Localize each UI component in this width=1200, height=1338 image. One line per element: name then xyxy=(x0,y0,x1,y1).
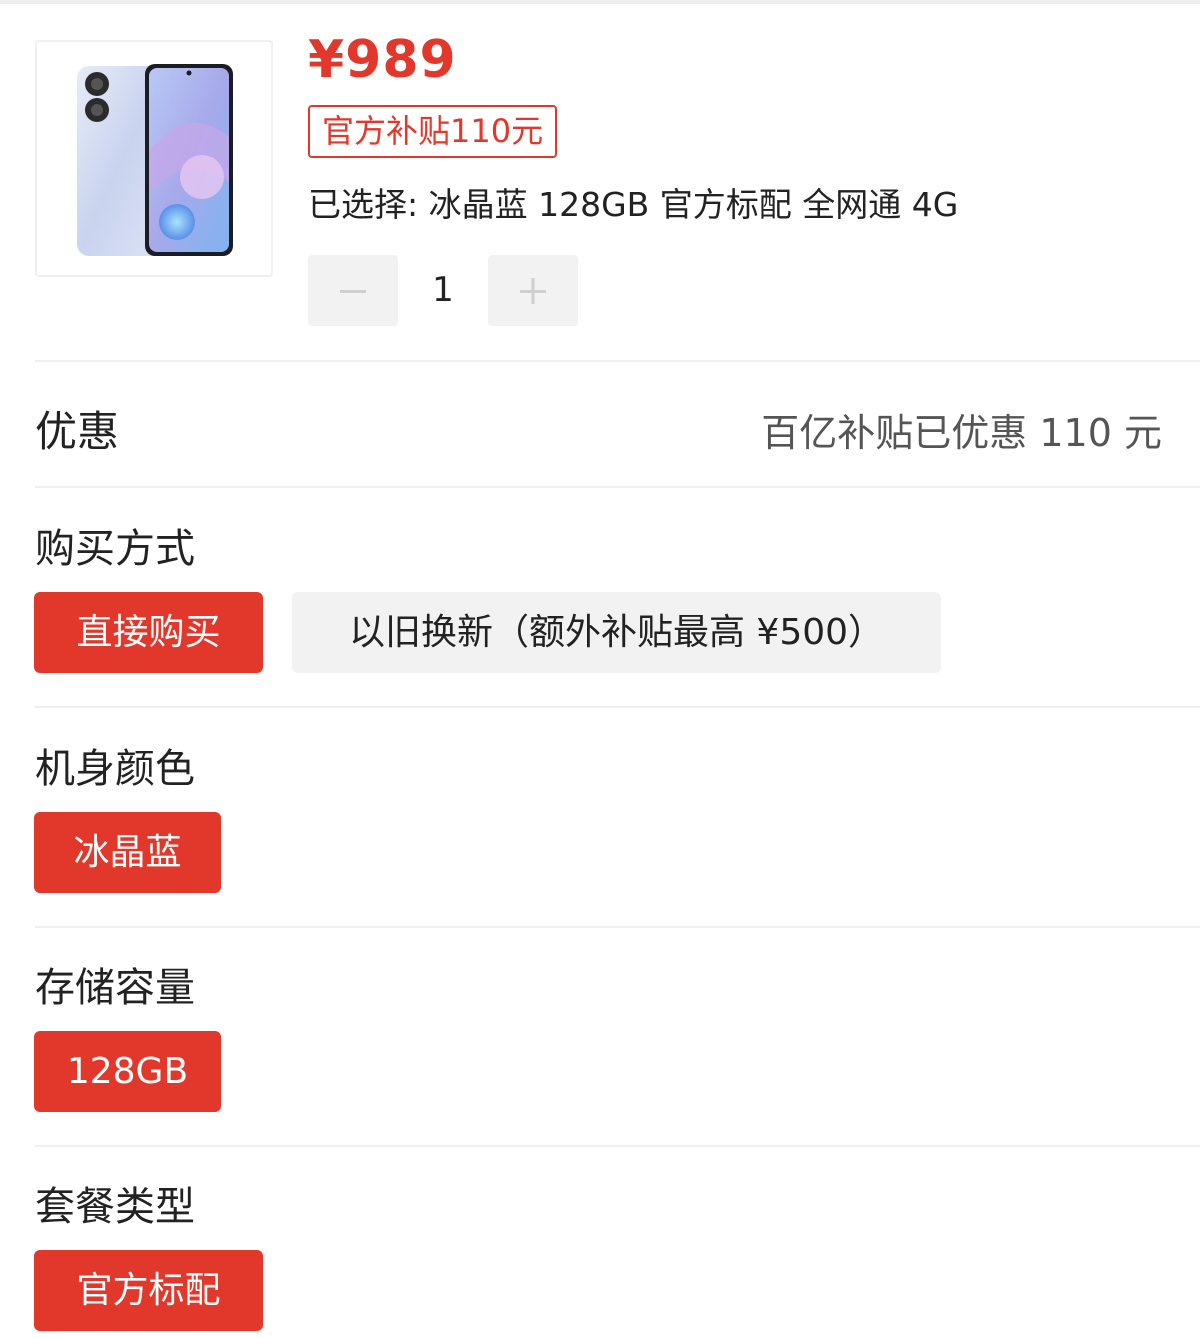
option-color-ice-blue[interactable]: 冰晶蓝 xyxy=(34,812,221,893)
divider xyxy=(35,360,1200,362)
divider xyxy=(35,926,1200,928)
package-type-title: 套餐类型 xyxy=(35,1184,195,1230)
quantity-value[interactable]: 1 xyxy=(398,255,488,326)
plus-icon xyxy=(520,278,546,304)
option-storage-128gb[interactable]: 128GB xyxy=(34,1031,221,1112)
option-package-standard[interactable]: 官方标配 xyxy=(34,1250,263,1331)
product-price: ¥989 xyxy=(308,30,457,90)
divider xyxy=(35,486,1200,488)
body-color-title: 机身颜色 xyxy=(35,746,195,792)
divider xyxy=(35,1145,1200,1147)
selected-summary: 已选择: 冰晶蓝 128GB 官方标配 全网通 4G xyxy=(308,185,959,224)
increase-quantity-button[interactable] xyxy=(488,255,578,326)
minus-icon xyxy=(340,290,366,293)
decrease-quantity-button[interactable] xyxy=(308,255,398,326)
divider xyxy=(35,706,1200,708)
option-direct-purchase[interactable]: 直接购买 xyxy=(34,592,263,673)
product-thumbnail[interactable] xyxy=(35,40,273,277)
promotion-label: 优惠 xyxy=(35,407,120,456)
storage-title: 存储容量 xyxy=(35,965,195,1011)
purchase-method-title: 购买方式 xyxy=(35,526,195,572)
phone-image xyxy=(77,64,233,256)
promotion-value[interactable]: 百亿补贴已优惠 110 元 xyxy=(761,402,1162,457)
top-divider xyxy=(0,0,1200,4)
option-trade-in[interactable]: 以旧换新（额外补贴最高 ¥500） xyxy=(292,592,941,673)
subsidy-badge: 官方补贴110元 xyxy=(308,105,558,158)
